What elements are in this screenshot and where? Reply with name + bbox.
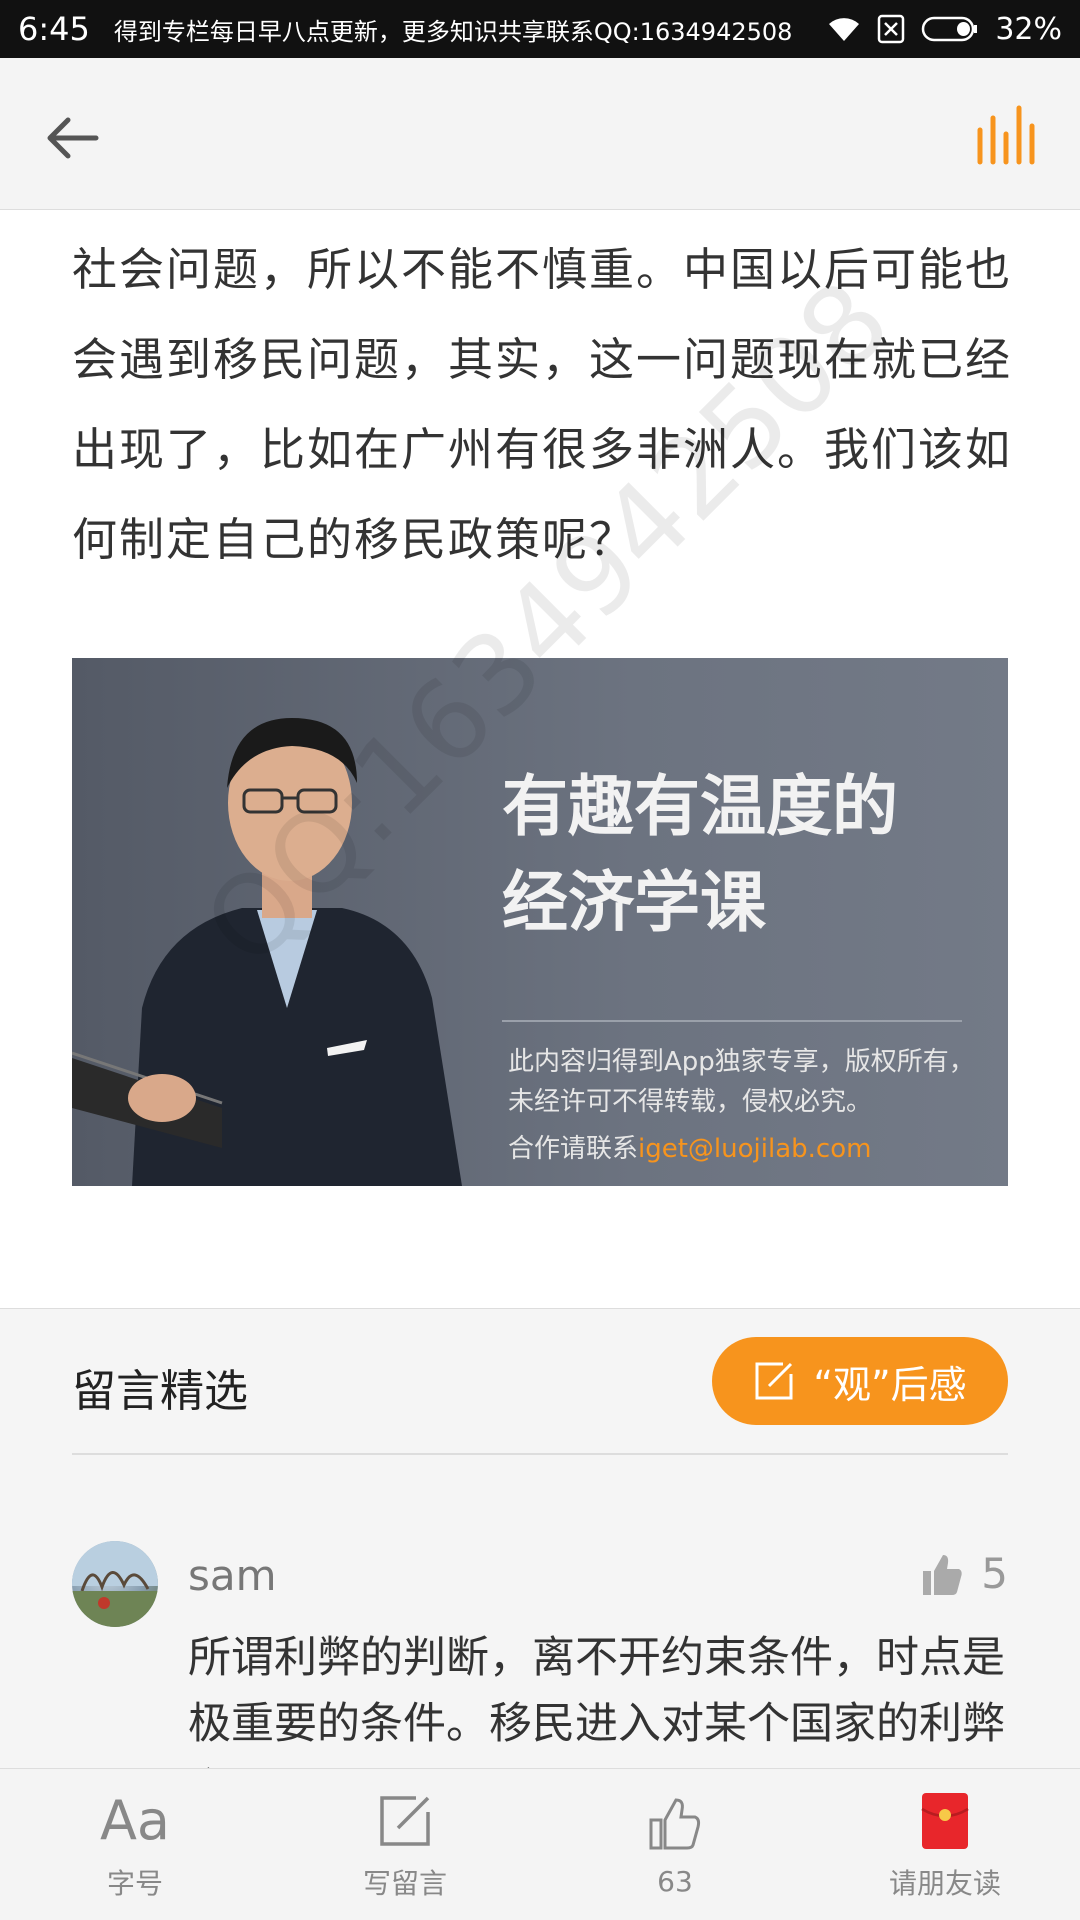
font-size-button[interactable]: Aa 字号: [0, 1769, 270, 1920]
course-banner: 有趣有温度的 经济学课 此内容归得到App独家专享，版权所有，未经许可不得转载，…: [72, 658, 1008, 1186]
audio-player-button[interactable]: [970, 100, 1040, 170]
status-time: 6:45: [18, 10, 90, 48]
arrow-left-icon: [47, 117, 99, 159]
contact-label: 合作请联系: [508, 1134, 639, 1164]
comments-title: 留言精选: [72, 1366, 248, 1417]
bottom-toolbar: Aa 字号 写留言 63 请朋友读: [0, 1768, 1080, 1920]
write-comment-label: 写留言: [362, 1866, 447, 1900]
status-bar: 6:45 得到专栏每日早八点更新，更多知识共享联系QQ:1634942508 3…: [0, 0, 1080, 58]
write-comment-button[interactable]: 写留言: [270, 1769, 540, 1920]
article-paragraph: 社会问题，所以不能不慎重。中国以后可能也会遇到移民问题，其实，这一问题现在就已经…: [72, 243, 1013, 566]
audio-bars-icon: [977, 105, 1035, 165]
top-app-bar: [0, 58, 1080, 210]
banner-title: 有趣有温度的 经济学课: [502, 758, 992, 950]
status-notice: 得到专栏每日早八点更新，更多知识共享联系QQ:1634942508: [113, 17, 793, 46]
share-to-friend-button[interactable]: 请朋友读: [810, 1769, 1080, 1920]
comments-section: 留言精选 “观”后感 sam 5 所谓利弊的判断，离不开约束条件，时点是极重要的…: [0, 1308, 1080, 1815]
comment-username[interactable]: sam: [188, 1551, 277, 1600]
thumbs-up-icon: [649, 1798, 701, 1850]
system-icons: 32%: [827, 12, 1062, 47]
thumbs-up-icon: [923, 1554, 962, 1595]
comment-like-button[interactable]: 5: [919, 1549, 1008, 1598]
banner-divider: [502, 1020, 962, 1022]
battery-percent: 32%: [995, 11, 1062, 47]
no-sim-icon: [877, 14, 905, 44]
like-button[interactable]: 63: [540, 1769, 810, 1920]
edit-icon: [380, 1795, 430, 1846]
article-body: 社会问题，所以不能不慎重。中国以后可能也会遇到移民问题，其实，这一问题现在就已经…: [72, 225, 1012, 585]
contact-email: iget@luojilab.com: [638, 1134, 872, 1164]
like-count: 63: [657, 1865, 693, 1898]
red-envelope-icon: [921, 1792, 969, 1849]
avatar[interactable]: [72, 1541, 158, 1627]
write-review-button[interactable]: “观”后感: [712, 1337, 1008, 1425]
battery-icon: [921, 15, 979, 43]
share-to-friend-label: 请朋友读: [888, 1866, 1001, 1900]
banner-title-line1: 有趣有温度的: [502, 767, 898, 845]
copyright-notice: 此内容归得到App独家专享，版权所有，未经许可不得转载，侵权必究。: [508, 1047, 975, 1117]
back-button[interactable]: [40, 106, 104, 170]
font-size-icon: Aa: [99, 1789, 171, 1852]
lecturer-photo: [72, 718, 462, 1186]
font-size-label: 字号: [106, 1866, 163, 1900]
banner-title-line2: 经济学课: [502, 863, 766, 941]
write-review-label: “观”后感: [813, 1362, 967, 1407]
wifi-icon: [827, 15, 861, 43]
contact-line: 合作请联系iget@luojilab.com: [508, 1128, 871, 1165]
edit-icon: [755, 1362, 793, 1400]
comments-divider: [72, 1453, 1008, 1455]
comment-like-count: 5: [981, 1549, 1008, 1598]
